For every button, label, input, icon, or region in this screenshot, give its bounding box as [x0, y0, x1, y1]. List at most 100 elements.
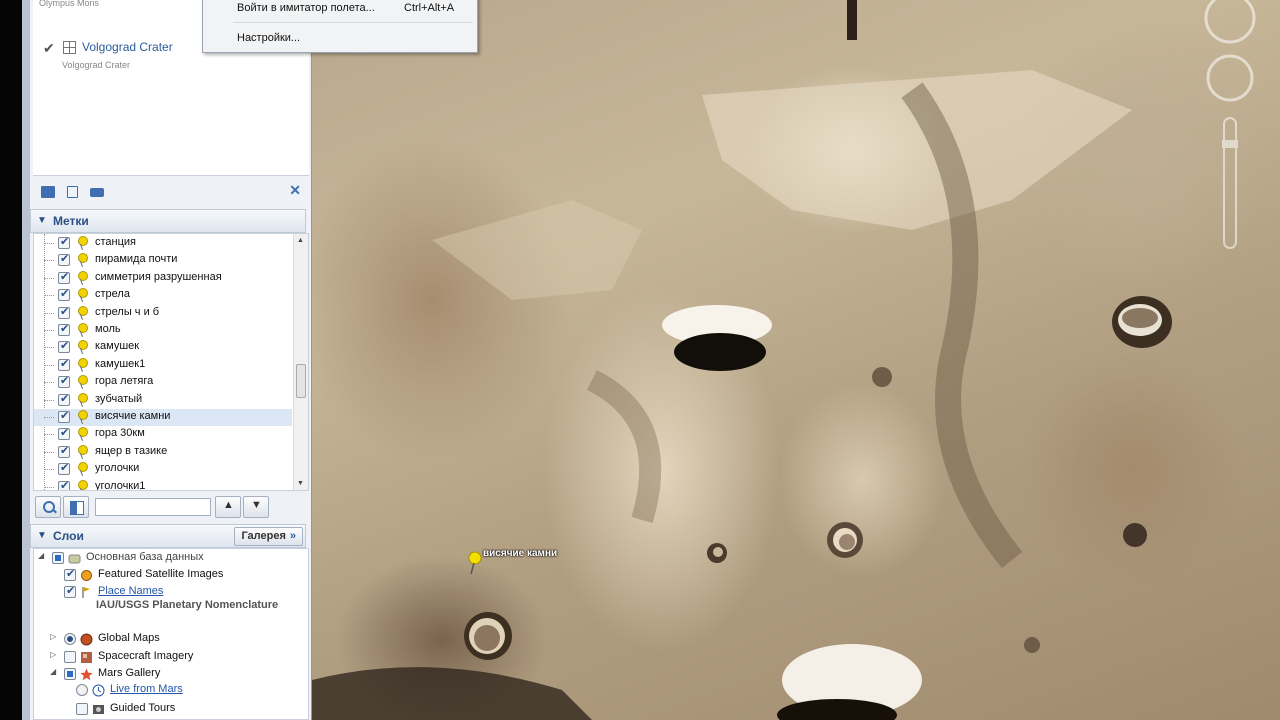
place-item-label: висячие камни: [95, 410, 171, 422]
pushpin-icon: [76, 410, 88, 424]
collapse-arrow-icon[interactable]: ▼: [37, 530, 47, 541]
menu-item-flight-simulator[interactable]: Войти в имитатор полета... Ctrl+Alt+A: [204, 0, 476, 20]
expand-arrow-icon[interactable]: ▷: [50, 632, 56, 641]
layer-place-names-subtitle: IAU/USGS Planetary Nomenclature: [96, 599, 279, 611]
layer-label: Mars Gallery: [98, 667, 161, 679]
tree-connector: [44, 399, 54, 401]
move-up-button[interactable]: ▲: [215, 496, 241, 518]
search-result-title[interactable]: Volgograd Crater: [82, 40, 173, 54]
tree-connector: [44, 469, 54, 471]
expand-arrow-icon[interactable]: ▷: [50, 650, 56, 659]
place-checkbox[interactable]: [58, 252, 70, 267]
map-pin-label[interactable]: висячие камни: [483, 548, 557, 559]
places-scrollbar[interactable]: ▲ ▼: [293, 234, 308, 490]
layer-checkbox[interactable]: [64, 584, 76, 598]
gallery-button[interactable]: Галерея»: [234, 527, 303, 546]
places-filter-input[interactable]: [95, 498, 211, 516]
layers-list: ◢ Основная база данных Featured Satellit…: [33, 548, 309, 720]
layer-radio[interactable]: [76, 684, 88, 696]
tour-icon: [92, 703, 105, 716]
collapse-arrow-icon[interactable]: ▼: [37, 215, 47, 226]
place-item[interactable]: висячие камни: [34, 409, 292, 426]
move-down-button[interactable]: ▼: [243, 496, 269, 518]
place-checkbox[interactable]: [58, 235, 70, 249]
print-icon[interactable]: [90, 188, 104, 197]
expand-arrow-icon[interactable]: ◢: [38, 551, 44, 560]
place-item[interactable]: камушек: [34, 339, 292, 356]
expand-arrow-icon[interactable]: ◢: [50, 667, 56, 676]
place-item-label: уголочки1: [95, 479, 146, 491]
database-icon: [68, 552, 81, 565]
place-checkbox[interactable]: [58, 479, 70, 490]
place-checkbox[interactable]: [58, 305, 70, 319]
place-checkbox[interactable]: [58, 357, 70, 371]
place-item[interactable]: моль: [34, 322, 292, 339]
place-item[interactable]: гора летяга: [34, 374, 292, 391]
place-item[interactable]: пирамида почти: [34, 252, 292, 269]
pushpin-icon: [76, 270, 88, 285]
place-item[interactable]: камушек1: [34, 357, 292, 374]
place-item[interactable]: стрела: [34, 287, 292, 304]
sidebar: Olympus Mons ✔ Volgograd Crater Volgogra…: [30, 0, 312, 720]
layer-label-link[interactable]: Place Names: [98, 585, 163, 597]
close-icon[interactable]: ✕: [289, 182, 301, 199]
place-item-label: камушек1: [95, 357, 146, 370]
layer-radio[interactable]: [64, 633, 76, 645]
place-item[interactable]: уголочки1: [34, 479, 292, 491]
layers-header[interactable]: ▼ Слои Галерея»: [30, 524, 306, 548]
pushpin-icon: [76, 375, 88, 389]
place-item[interactable]: зубчатый: [34, 392, 292, 409]
layer-checkbox[interactable]: [64, 668, 76, 680]
scrollbar-thumb[interactable]: [296, 364, 306, 398]
place-checkbox[interactable]: [58, 270, 70, 284]
place-checkbox[interactable]: [58, 392, 70, 406]
tree-connector: [44, 364, 54, 366]
place-checkbox[interactable]: [58, 287, 70, 302]
place-checkbox[interactable]: [58, 339, 70, 354]
place-item-label: ящер в тазике: [95, 444, 168, 457]
place-item-label: уголочки: [95, 462, 140, 475]
search-result-subtitle: Volgograd Crater: [62, 60, 131, 70]
layer-label-link[interactable]: Live from Mars: [110, 683, 183, 695]
place-checkbox[interactable]: [58, 322, 70, 336]
add-folder-icon[interactable]: [41, 186, 55, 198]
place-item-label: гора летяга: [95, 375, 154, 388]
previous-search-result[interactable]: Olympus Mons: [39, 0, 99, 8]
place-item[interactable]: стрелы ч и б: [34, 305, 292, 322]
place-checkbox[interactable]: [58, 426, 70, 441]
search-places-button[interactable]: [35, 496, 61, 518]
place-checkbox[interactable]: [58, 444, 70, 458]
clock-icon: [92, 684, 105, 697]
scroll-down-icon[interactable]: ▼: [297, 480, 304, 487]
place-item[interactable]: станция: [34, 235, 292, 252]
places-header[interactable]: ▼ Метки: [30, 209, 306, 233]
menu-item-settings[interactable]: Настройки...: [204, 28, 476, 50]
toggle-panel-button[interactable]: [63, 496, 89, 518]
copy-icon[interactable]: [67, 186, 78, 198]
place-item-label: стрела: [95, 288, 130, 301]
map-view[interactable]: висячие камни: [312, 0, 1280, 720]
zoom-slider: [1223, 117, 1237, 249]
zoom-slider-handle: [1222, 140, 1238, 148]
checkmark-icon: ✔: [43, 40, 55, 56]
layer-checkbox[interactable]: [76, 703, 88, 715]
place-item[interactable]: гора 30км: [34, 426, 292, 443]
pushpin-icon: [76, 444, 88, 459]
pushpin-icon: [76, 288, 88, 302]
place-item-label: зубчатый: [95, 392, 143, 405]
arrow-up-icon: ▲: [223, 499, 234, 511]
layer-checkbox[interactable]: [64, 651, 76, 663]
navigation-controls[interactable]: [1200, 0, 1260, 260]
move-joystick-icon: [1206, 54, 1254, 102]
place-checkbox[interactable]: [58, 461, 70, 476]
layer-checkbox[interactable]: [64, 567, 76, 581]
places-list: станция пирамида почти симметрия разрушенн…: [33, 233, 309, 491]
scroll-up-icon[interactable]: ▲: [297, 237, 304, 244]
place-item[interactable]: уголочки: [34, 461, 292, 478]
place-item[interactable]: ящер в тазике: [34, 444, 292, 461]
place-item[interactable]: симметрия разрушенная: [34, 270, 292, 287]
place-checkbox[interactable]: [58, 409, 70, 423]
place-checkbox[interactable]: [58, 374, 70, 389]
layer-checkbox[interactable]: [52, 552, 64, 564]
pushpin-icon: [76, 340, 88, 354]
